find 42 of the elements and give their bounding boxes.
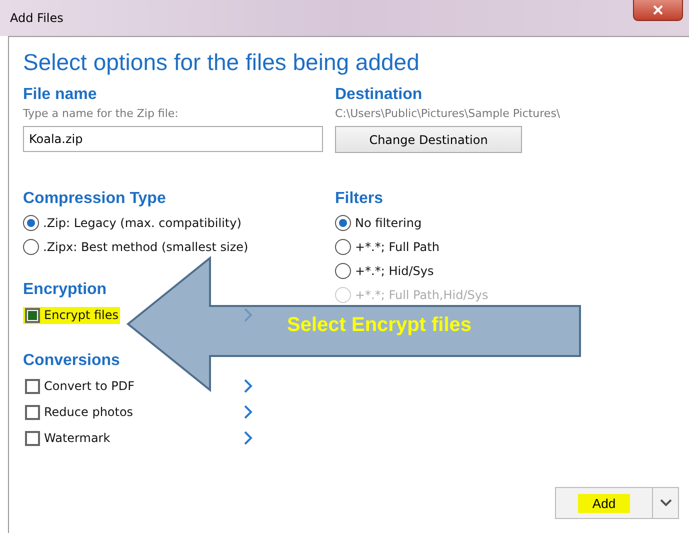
radio-label: .Zip: Legacy (max. compatibility) (43, 216, 242, 230)
chevron-icon[interactable] (243, 430, 253, 446)
checkbox-label: Watermark (44, 431, 110, 445)
callout-text: Select Encrypt files (287, 314, 472, 337)
radio-label: +*.*; Hid/Sys (355, 264, 434, 278)
field-hint: Type a name for the Zip file: (23, 107, 180, 120)
checkbox[interactable] (25, 308, 40, 322)
checkbox[interactable] (25, 404, 40, 420)
section-title: Compression Type (23, 190, 167, 208)
radio-button[interactable] (335, 215, 351, 231)
radio-button[interactable] (23, 239, 39, 255)
checkbox[interactable] (25, 378, 40, 394)
destination-path: C:\Users\Public\Pictures\Sample Pictures\ (335, 107, 562, 120)
radio-label: +*.*; Full Path (355, 240, 440, 254)
radio-button[interactable] (335, 239, 351, 255)
chevron-icon[interactable] (243, 378, 253, 394)
checkbox-label: Reduce photos (44, 405, 134, 419)
checkbox-row[interactable]: Convert to PDF (23, 378, 137, 394)
checkbox-row[interactable]: Reduce photos (23, 404, 136, 420)
close-icon (653, 5, 663, 15)
window-title: Add Files (10, 11, 64, 25)
radio-label: No filtering (355, 216, 422, 230)
file-name-field[interactable]: Koala.zip (23, 126, 323, 152)
checkbox[interactable] (25, 430, 40, 446)
chevron-icon[interactable] (243, 404, 253, 420)
change-destination-button[interactable]: Change Destination (335, 126, 522, 153)
checkbox-row[interactable]: Encrypt files (23, 306, 120, 324)
radio-label: +*.*; Full Path,Hid/Sys (355, 288, 488, 302)
section-title: File name (23, 86, 98, 104)
section-title: Conversions (23, 352, 121, 370)
close-button[interactable] (633, 0, 683, 21)
caret-icon (660, 499, 672, 507)
radio-button[interactable] (23, 215, 39, 231)
section-title: Encryption (23, 281, 108, 299)
checkbox-row[interactable]: Watermark (23, 430, 112, 446)
radio-button[interactable] (335, 263, 351, 279)
section-title: Destination (335, 86, 424, 104)
checkbox-label: Convert to PDF (44, 379, 135, 393)
radio-label: .Zipx: Best method (smallest size) (43, 240, 248, 254)
dialog-heading: Select options for the files being added (23, 49, 420, 76)
checkbox-label: Encrypt files (44, 308, 118, 322)
section-title: Filters (335, 190, 384, 208)
